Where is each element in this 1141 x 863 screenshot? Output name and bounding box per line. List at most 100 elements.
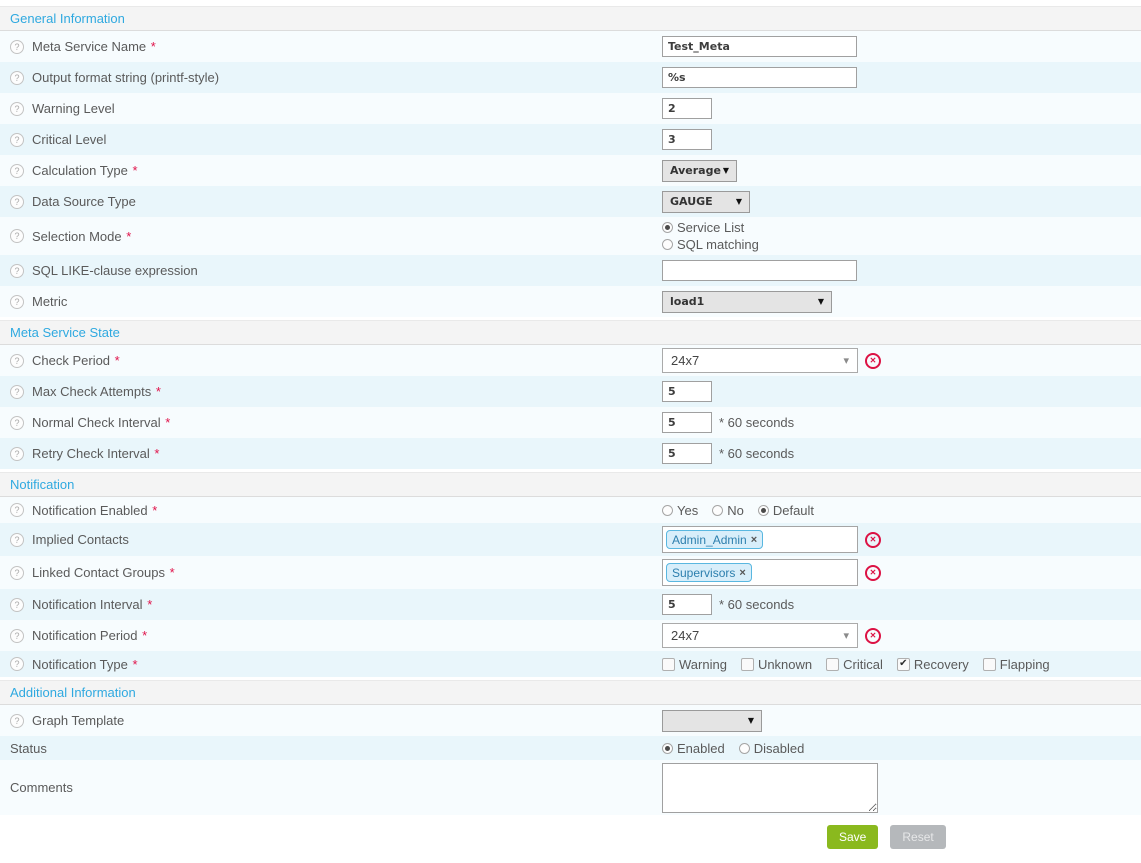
chip-label: Admin_Admin [672, 533, 747, 547]
selected-value: GAUGE [670, 195, 713, 208]
warning-level-input[interactable] [662, 98, 712, 119]
field-label: Retry Check Interval * [32, 446, 159, 461]
form-row-implied-contacts: ? Implied Contacts Admin_Admin× ✕ [0, 523, 1141, 556]
help-icon[interactable]: ? [10, 40, 24, 54]
help-icon[interactable]: ? [10, 714, 24, 728]
notification-enabled-radio-yes[interactable]: Yes [662, 503, 698, 518]
form-row-calculation-type: ? Calculation Type * Average ▼ [0, 155, 1141, 186]
field-label: Status [10, 741, 47, 756]
form-row-notification-enabled: ? Notification Enabled * Yes No Default [0, 497, 1141, 523]
field-label: Check Period * [32, 353, 120, 368]
radio-icon [662, 222, 673, 233]
form-button-bar: Save Reset [0, 815, 1141, 849]
comments-textarea[interactable] [662, 763, 878, 813]
notification-enabled-radio-no[interactable]: No [712, 503, 744, 518]
contact-group-chip: Supervisors × [666, 563, 752, 582]
notification-type-checkbox-critical[interactable]: Critical [826, 657, 883, 672]
field-label: Notification Interval * [32, 597, 152, 612]
critical-level-input[interactable] [662, 129, 712, 150]
checkbox-label: Recovery [914, 657, 969, 672]
chip-label: Supervisors [672, 566, 735, 580]
sql-like-expression-input[interactable] [662, 260, 857, 281]
notification-period-clear-icon[interactable]: ✕ [865, 628, 881, 644]
help-icon[interactable]: ? [10, 503, 24, 517]
help-icon[interactable]: ? [10, 71, 24, 85]
help-icon[interactable]: ? [10, 566, 24, 580]
calculation-type-select[interactable]: Average ▼ [662, 160, 737, 182]
help-icon[interactable]: ? [10, 598, 24, 612]
graph-template-select[interactable]: ▼ [662, 710, 762, 732]
form-row-critical-level: ? Critical Level [0, 124, 1141, 155]
help-icon[interactable]: ? [10, 102, 24, 116]
required-mark: * [154, 446, 159, 461]
notification-type-checkbox-recovery[interactable]: Recovery [897, 657, 969, 672]
chip-remove-icon[interactable]: × [751, 534, 757, 546]
help-icon[interactable]: ? [10, 629, 24, 643]
normal-check-interval-input[interactable] [662, 412, 712, 433]
form-row-retry-check-interval: ? Retry Check Interval * * 60 seconds [0, 438, 1141, 469]
reset-button[interactable]: Reset [890, 825, 945, 849]
section-header-meta-service-state: Meta Service State [0, 320, 1141, 345]
seconds-suffix: * 60 seconds [719, 597, 794, 612]
form-row-selection-mode: ? Selection Mode * Service List SQL matc… [0, 217, 1141, 255]
retry-check-interval-input[interactable] [662, 443, 712, 464]
radio-label: Yes [677, 503, 698, 518]
help-icon[interactable]: ? [10, 354, 24, 368]
implied-contacts-input[interactable]: Admin_Admin × [662, 526, 858, 553]
section-header-general-information: General Information [0, 6, 1141, 31]
field-label: Output format string (printf-style) [32, 70, 219, 85]
notification-interval-input[interactable] [662, 594, 712, 615]
help-icon[interactable]: ? [10, 133, 24, 147]
save-button[interactable]: Save [827, 825, 878, 849]
output-format-input[interactable] [662, 67, 857, 88]
notification-enabled-radio-default[interactable]: Default [758, 503, 814, 518]
notification-type-checkbox-flapping[interactable]: Flapping [983, 657, 1050, 672]
help-icon[interactable]: ? [10, 295, 24, 309]
help-icon[interactable]: ? [10, 447, 24, 461]
field-label: Data Source Type [32, 194, 136, 209]
linked-contact-groups-input[interactable]: Supervisors × [662, 559, 858, 586]
metric-select[interactable]: load1 ▼ [662, 291, 832, 313]
form-row-graph-template: ? Graph Template ▼ [0, 705, 1141, 736]
help-icon[interactable]: ? [10, 264, 24, 278]
notification-type-checkbox-unknown[interactable]: Unknown [741, 657, 812, 672]
check-period-select[interactable]: 24x7 ▾ [662, 348, 858, 373]
selection-mode-radio-service-list[interactable]: Service List [662, 220, 744, 235]
implied-contacts-clear-icon[interactable]: ✕ [865, 532, 881, 548]
selected-value: 24x7 [671, 628, 699, 643]
help-icon[interactable]: ? [10, 385, 24, 399]
radio-icon [662, 505, 673, 516]
selection-mode-radio-sql-matching[interactable]: SQL matching [662, 237, 759, 252]
form-row-comments: Comments [0, 760, 1141, 815]
checkbox-icon [662, 658, 675, 671]
data-source-type-select[interactable]: GAUGE ▼ [662, 191, 750, 213]
radio-label: No [727, 503, 744, 518]
form-row-max-check-attempts: ? Max Check Attempts * [0, 376, 1141, 407]
form-row-notification-type: ? Notification Type * Warning Unknown Cr… [0, 651, 1141, 677]
chevron-down-icon: ▼ [723, 166, 729, 175]
help-icon[interactable]: ? [10, 533, 24, 547]
form-row-linked-contact-groups: ? Linked Contact Groups * Supervisors × ✕ [0, 556, 1141, 589]
chip-remove-icon[interactable]: × [739, 567, 745, 579]
seconds-suffix: * 60 seconds [719, 446, 794, 461]
status-radio-enabled[interactable]: Enabled [662, 741, 725, 756]
required-mark: * [147, 597, 152, 612]
notification-period-select[interactable]: 24x7 ▾ [662, 623, 858, 648]
help-icon[interactable]: ? [10, 229, 24, 243]
help-icon[interactable]: ? [10, 195, 24, 209]
status-radio-disabled[interactable]: Disabled [739, 741, 805, 756]
required-mark: * [133, 163, 138, 178]
max-check-attempts-input[interactable] [662, 381, 712, 402]
meta-service-name-input[interactable] [662, 36, 857, 57]
help-icon[interactable]: ? [10, 164, 24, 178]
linked-contact-groups-clear-icon[interactable]: ✕ [865, 565, 881, 581]
check-period-clear-icon[interactable]: ✕ [865, 353, 881, 369]
field-label: Critical Level [32, 132, 106, 147]
radio-label: Enabled [677, 741, 725, 756]
help-icon[interactable]: ? [10, 416, 24, 430]
required-mark: * [133, 657, 138, 672]
notification-type-checkbox-warning[interactable]: Warning [662, 657, 727, 672]
field-label: Linked Contact Groups * [32, 565, 175, 580]
help-icon[interactable]: ? [10, 657, 24, 671]
form-row-sql-like-expression: ? SQL LIKE-clause expression [0, 255, 1141, 286]
